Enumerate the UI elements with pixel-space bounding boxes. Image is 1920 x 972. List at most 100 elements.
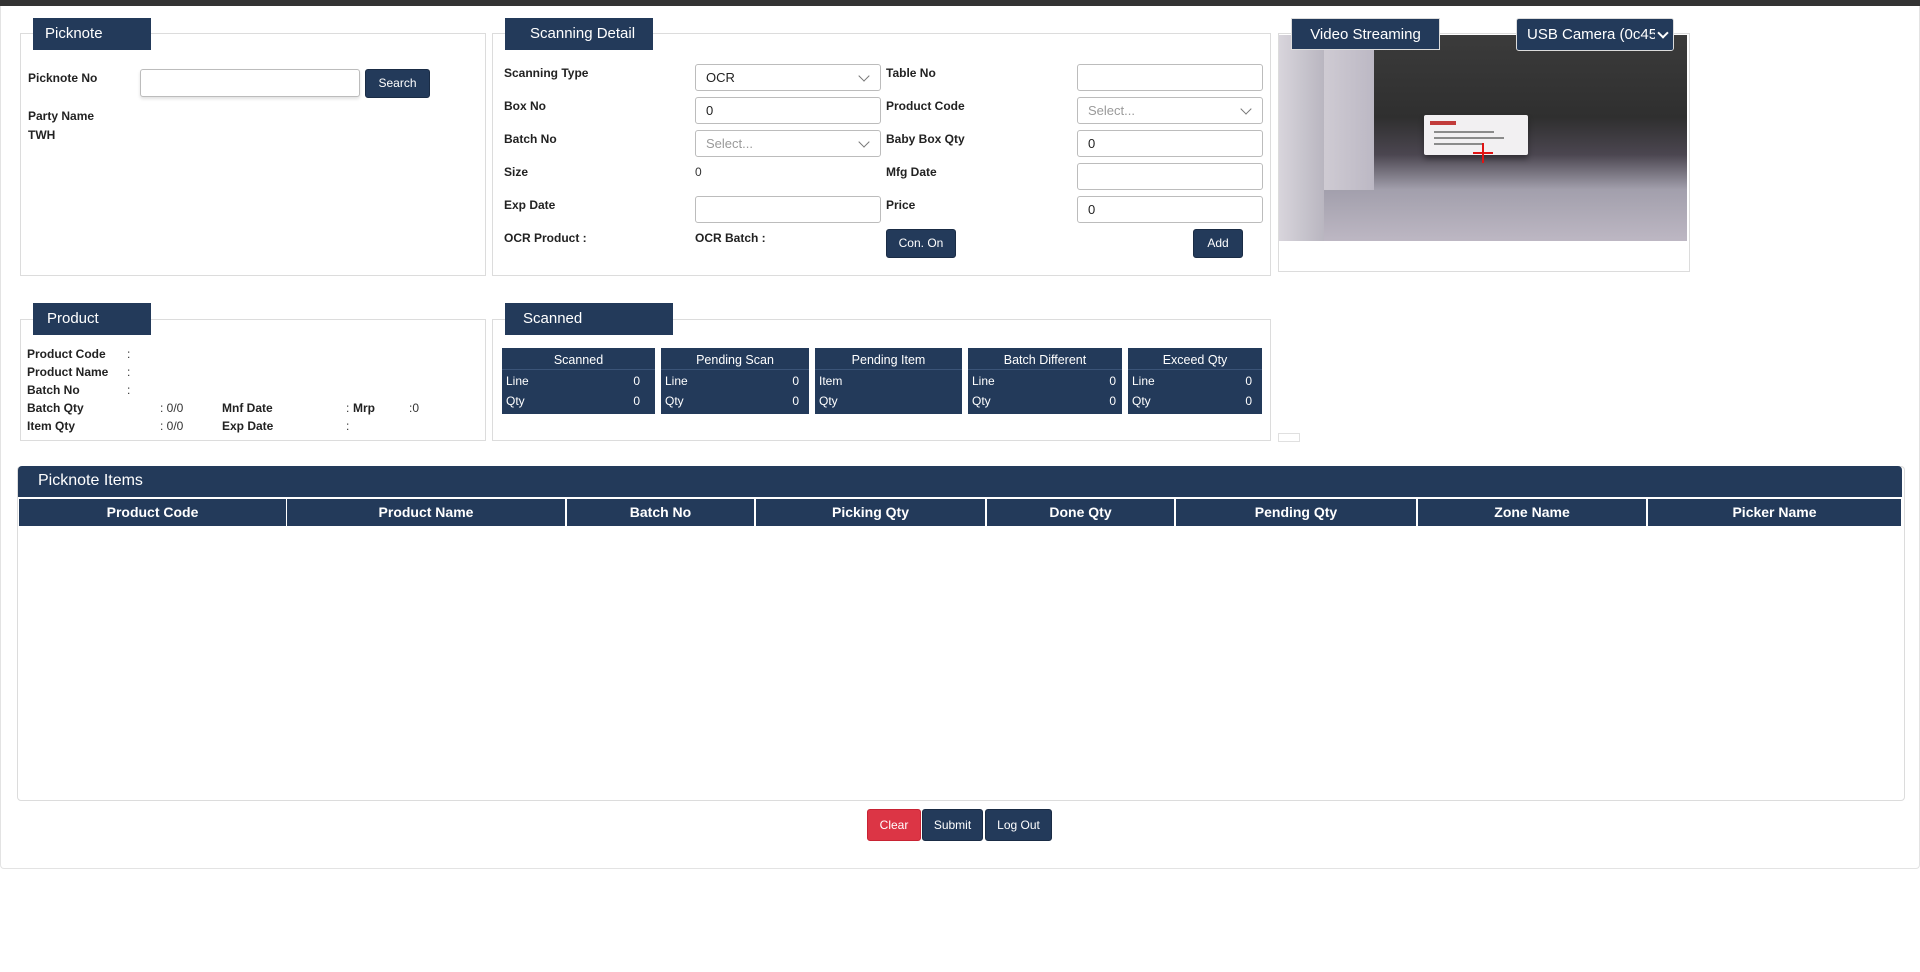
con-on-button[interactable]: Con. On <box>886 229 956 258</box>
baby-box-qty-label: Baby Box Qty <box>886 132 965 146</box>
exp-date-value: : <box>346 419 350 433</box>
stat-pending-item: Pending Item Item0 Qty0 <box>815 348 971 414</box>
logout-button[interactable]: Log Out <box>985 809 1052 841</box>
box-no-input[interactable]: 0 <box>695 97 881 124</box>
chevron-down-icon <box>1655 19 1673 50</box>
product-box-in-feed <box>1424 115 1528 155</box>
size-label: Size <box>504 165 529 179</box>
exp-date-input[interactable] <box>695 196 881 223</box>
product-code-placeholder: Select... <box>1088 103 1135 118</box>
mrp-label: Mrp <box>353 401 375 415</box>
batch-no-label: Batch No <box>27 383 80 397</box>
chevron-down-icon <box>858 136 870 148</box>
stat-title: Exceed Qty <box>1162 353 1228 367</box>
batch-qty-value: : 0/0 <box>160 401 184 415</box>
exp-date-label: Exp Date <box>222 419 274 433</box>
stat-pending-scan: Pending Scan Line 0 Qty 0 <box>661 348 809 414</box>
stat-value: 0 <box>792 374 799 388</box>
ocr-batch-label: OCR Batch : <box>695 231 766 245</box>
stat-key: Qty <box>819 394 838 408</box>
video-streaming-legend: Video Streaming <box>1291 18 1440 50</box>
batch-no-placeholder: Select... <box>706 136 753 151</box>
product-code-colon: : <box>127 347 131 361</box>
col-product-code[interactable]: Product Code <box>19 499 286 526</box>
stat-key: Line <box>972 374 995 388</box>
small-placeholder-box <box>1278 433 1300 442</box>
table-no-input[interactable] <box>1077 64 1263 91</box>
col-picker-name[interactable]: Picker Name <box>1648 499 1901 526</box>
item-qty-label: Item Qty <box>27 419 76 433</box>
col-done-qty[interactable]: Done Qty <box>987 499 1174 526</box>
batch-no-colon: : <box>127 383 131 397</box>
stat-value: 0 <box>633 394 640 408</box>
price-label: Price <box>886 198 916 212</box>
stat-value: 0 <box>1109 374 1116 388</box>
search-button[interactable]: Search <box>365 69 430 98</box>
table-no-label: Table No <box>886 66 936 80</box>
col-zone-name[interactable]: Zone Name <box>1418 499 1646 526</box>
col-pending-qty[interactable]: Pending Qty <box>1176 499 1416 526</box>
product-code-label: Product Code <box>886 99 965 113</box>
stat-title: Batch Different <box>1003 353 1087 367</box>
chevron-down-icon <box>1240 103 1252 115</box>
add-button[interactable]: Add <box>1193 229 1243 258</box>
stat-value: 0 <box>1245 374 1252 388</box>
scanning-type-label: Scanning Type <box>504 66 589 80</box>
product-name-label: Product Name <box>27 365 109 379</box>
stat-key: Line <box>506 374 529 388</box>
batch-qty-label: Batch Qty <box>27 401 84 415</box>
stat-value: 0 <box>792 394 799 408</box>
stat-value: 0 <box>1245 394 1252 408</box>
col-picking-qty[interactable]: Picking Qty <box>756 499 985 526</box>
stat-key: Line <box>1132 374 1155 388</box>
stat-title: Scanned <box>553 353 604 367</box>
picknote-detail-legend: Picknote Detail <box>33 18 151 74</box>
stat-batch-different: Batch Different Line 0 Qty 0 <box>968 348 1122 414</box>
stat-key: Item <box>819 374 843 388</box>
product-detail-legend: Product Detail <box>33 303 151 359</box>
items-table-header: Picknote Items <box>18 466 1902 497</box>
stat-scanned: Scanned Line 0 Qty 0 <box>502 348 655 414</box>
party-name-label: Party Name <box>28 109 95 123</box>
product-code-label: Product Code <box>27 347 106 361</box>
stat-exceed-qty: Exceed Qty Line 0 Qty 0 <box>1128 348 1262 414</box>
scanning-type-select[interactable]: OCR <box>695 64 881 91</box>
stat-key: Qty <box>972 394 991 408</box>
picknote-no-label: Picknote No <box>28 71 98 85</box>
stat-title: Pending Scan <box>696 353 774 367</box>
mnf-date-label: Mnf Date <box>222 401 273 415</box>
stat-key: Qty <box>506 394 525 408</box>
box-no-label: Box No <box>504 99 546 113</box>
stat-value: 0 <box>1109 394 1116 408</box>
ocr-product-label: OCR Product : <box>504 231 587 245</box>
col-batch-no[interactable]: Batch No <box>567 499 754 526</box>
baby-box-qty-input[interactable]: 0 <box>1077 130 1263 157</box>
party-name-value: TWH <box>28 128 56 142</box>
mrp-value: :0 <box>409 401 420 415</box>
stat-key: Line <box>665 374 688 388</box>
batch-no-label: Batch No <box>504 132 557 146</box>
mfg-date-input[interactable] <box>1077 163 1263 190</box>
stat-value: 0 <box>633 374 640 388</box>
clear-button[interactable]: Clear <box>867 809 921 841</box>
stat-key: Qty <box>665 394 684 408</box>
camera-select-value: USB Camera (0c45 <box>1527 26 1658 43</box>
items-title: Picknote Items <box>38 472 143 489</box>
mfg-date-label: Mfg Date <box>886 165 937 179</box>
batch-no-select[interactable]: Select... <box>695 130 881 157</box>
stat-key: Qty <box>1132 394 1151 408</box>
product-name-colon: : <box>127 365 131 379</box>
stat-title: Pending Item <box>851 353 926 367</box>
price-input[interactable]: 0 <box>1077 196 1263 223</box>
size-value: 0 <box>695 165 702 179</box>
picknote-no-input[interactable] <box>140 69 360 97</box>
exp-date-label: Exp Date <box>504 198 556 212</box>
product-code-select[interactable]: Select... <box>1077 97 1263 124</box>
scanning-detail-legend: Scanning Detail <box>505 18 653 50</box>
scanning-type-value: OCR <box>706 70 735 85</box>
submit-button[interactable]: Submit <box>922 809 983 841</box>
camera-select[interactable]: USB Camera (0c45 <box>1516 18 1674 51</box>
col-product-name[interactable]: Product Name <box>287 499 565 526</box>
chevron-down-icon <box>858 70 870 82</box>
mnf-date-value: : <box>346 401 350 415</box>
